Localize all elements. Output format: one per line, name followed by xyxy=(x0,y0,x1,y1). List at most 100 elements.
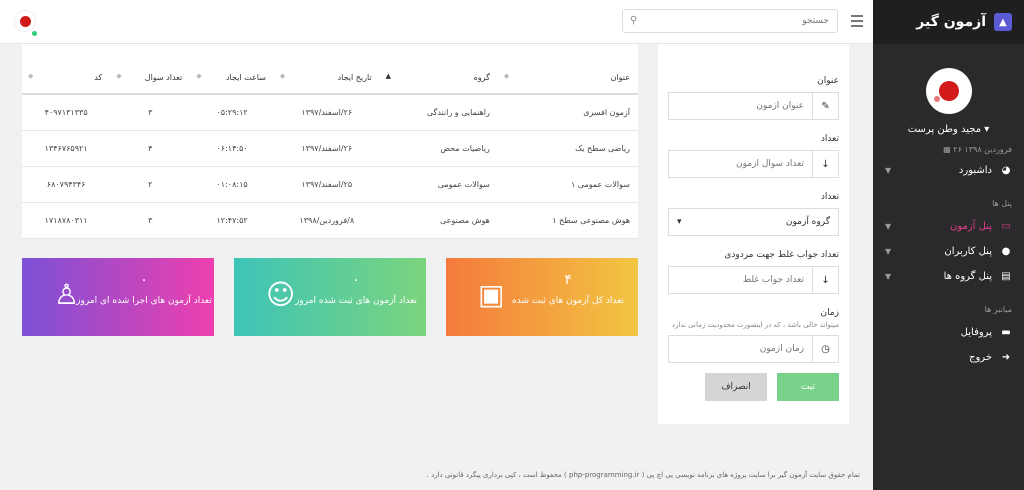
sidebar-item-users-panel[interactable]: ● پنل کاربران ▼ xyxy=(873,239,1024,264)
column-header-date[interactable]: تاریخ ایجاد ◆ xyxy=(273,62,380,95)
chevron-down-icon: ▼ xyxy=(885,222,892,231)
wrong-field-group: ↓ xyxy=(668,266,839,294)
cell-time: ۰۶:۱۴:۵۰ xyxy=(190,130,274,167)
avatar xyxy=(925,68,972,114)
stat-tile-total-exams: ۴ تعداد کل آزمون های ثبت شده ▣ xyxy=(446,258,638,336)
stat-value: ۴ xyxy=(564,272,572,288)
group-select[interactable]: گروه آزمون ▾ xyxy=(668,208,839,236)
cell-code: ۴۰۹۷۱۳۱۳۳۵ xyxy=(22,94,111,131)
clock-icon: ◷ xyxy=(812,336,838,362)
topbar-avatar[interactable] xyxy=(14,10,36,32)
sort-icon: ◆ xyxy=(503,72,510,80)
stat-label: تعداد آزمون های ثبت شده امروز xyxy=(295,296,417,306)
sign-out-icon: ➜ xyxy=(1001,352,1011,363)
sort-icon: ◆ xyxy=(28,72,34,80)
caret-down-icon: ▾ xyxy=(677,217,682,227)
user-icon: ● xyxy=(1001,246,1011,257)
profile-block: مجید وطن پرست ▾ xyxy=(873,44,1024,135)
stat-value: ۰ xyxy=(352,272,360,288)
search-icon[interactable]: ⚲ xyxy=(630,15,637,26)
cell-code: ۱۳۴۶۷۶۵۹۲۱ xyxy=(22,130,111,167)
cell-title: هوش مصنوعی سطح ۱ xyxy=(497,202,638,239)
sidebar-item-profile[interactable]: ▬ پروفایل xyxy=(873,320,1024,345)
stat-label: تعداد آزمون های اجرا شده ای امروز xyxy=(76,296,212,306)
footer-copyright: تمام حقوق سایت آزمون گیر برا سایت پروژه … xyxy=(426,471,860,479)
table-icon: ▤ xyxy=(1001,271,1011,282)
cell-date: ۲۵/اسفند/۱۳۹۷ xyxy=(273,166,380,203)
cell-code: ۶۸۰۷۹۴۳۴۶ xyxy=(22,166,111,203)
section-panels: پنل ها xyxy=(992,199,1012,208)
newspaper-icon: ▣ xyxy=(478,278,505,311)
title-input[interactable] xyxy=(669,93,812,119)
submit-button[interactable]: ثبت xyxy=(777,373,839,401)
username-dropdown[interactable]: مجید وطن پرست ▾ xyxy=(873,124,1024,135)
column-header-group[interactable]: گروه ▲ xyxy=(379,62,498,95)
table-row[interactable]: هوش مصنوعی سطح ۱ هوش مصنوعی ۸/فروردین/۱۳… xyxy=(22,202,638,239)
time-input[interactable] xyxy=(669,336,812,362)
stat-tile-today-exams: ۰ تعداد آزمون های ثبت شده امروز ☺ xyxy=(234,258,426,336)
sidebar: آزمون گیر ▲ مجید وطن پرست ▾ ▦ ۲۶ فروردین… xyxy=(873,0,1024,490)
stat-value: ۰ xyxy=(140,272,148,288)
cell-date: ۲۶/اسفند/۱۳۹۷ xyxy=(273,94,380,131)
current-date: ▦ ۲۶ فروردین ۱۳۹۸ xyxy=(943,145,1012,154)
cell-time: ۰۵:۲۹:۱۲ xyxy=(190,94,274,131)
form-actions: ثبت انصراف xyxy=(668,373,839,401)
brand-logo-icon: ▲ xyxy=(994,13,1012,31)
title-label: عنوان xyxy=(817,76,839,86)
sort-icon: ◆ xyxy=(116,72,122,80)
cell-group: سوالات عمومی xyxy=(379,166,498,203)
stat-tile-executed-today: ۰ تعداد آزمون های اجرا شده ای امروز ♙ xyxy=(22,258,214,336)
wrong-answers-input[interactable] xyxy=(669,267,812,293)
add-exam-form: عنوان ✎ تعداد ↓ تعداد گروه آزمون ▾ تعداد… xyxy=(658,44,849,424)
edit-icon: ✎ xyxy=(812,93,838,119)
table-row[interactable]: آزمون افسری راهنمایی و رانندگی ۲۶/اسفند/… xyxy=(22,94,638,131)
table-row[interactable]: ریاضی سطح یک ریاضیات محض ۲۶/اسفند/۱۳۹۷ ۰… xyxy=(22,130,638,167)
sort-numeric-icon: ↓ xyxy=(812,267,838,293)
search-input[interactable] xyxy=(623,10,837,32)
table-row[interactable]: سوالات عمومی ۱ سوالات عمومی ۲۵/اسفند/۱۳۹… xyxy=(22,166,638,203)
cell-date: ۸/فروردین/۱۳۹۸ xyxy=(273,202,380,239)
cell-title: آزمون افسری xyxy=(497,94,638,131)
sidebar-item-dashboard[interactable]: ◕ داشبورد ▼ xyxy=(873,158,1024,183)
cancel-button[interactable]: انصراف xyxy=(705,373,767,401)
brand-name: آزمون گیر xyxy=(916,14,986,30)
chevron-down-icon: ▼ xyxy=(885,166,892,175)
dashboard-icon: ◕ xyxy=(1001,165,1011,176)
brand[interactable]: آزمون گیر ▲ xyxy=(873,0,1024,44)
search-box: ⚲ xyxy=(622,9,838,33)
cell-group: راهنمایی و رانندگی xyxy=(379,94,498,131)
sidebar-item-groups-panel[interactable]: ▤ پنل گروه ها ▼ xyxy=(873,264,1024,289)
count-field-group: ↓ xyxy=(668,150,839,178)
question-count-input[interactable] xyxy=(669,151,812,177)
cell-count: ۴ xyxy=(110,130,191,167)
chevron-down-icon: ▼ xyxy=(885,272,892,281)
id-card-icon: ▭ xyxy=(1001,221,1011,232)
sort-icon: ◆ xyxy=(196,72,202,80)
column-header-code[interactable]: کد ◆ xyxy=(22,62,111,95)
time-field-group: ◷ xyxy=(668,335,839,363)
cell-time: ۰۱:۰۸:۱۵ xyxy=(190,166,274,203)
cell-group: هوش مصنوعی xyxy=(379,202,498,239)
column-header-title[interactable]: عنوان ◆ xyxy=(497,62,638,95)
group-label: تعداد xyxy=(820,192,839,202)
sidebar-item-exam-panel[interactable]: ▭ پنل آزمون ▼ xyxy=(873,214,1024,239)
time-label: زمان xyxy=(820,308,839,318)
title-field-group: ✎ xyxy=(668,92,839,120)
sort-numeric-icon: ↓ xyxy=(812,151,838,177)
cell-title: سوالات عمومی ۱ xyxy=(497,166,638,203)
cell-code: ۱۷۱۸۷۸۰۳۱۱ xyxy=(22,202,111,239)
credit-card-icon: ▬ xyxy=(1001,327,1011,338)
wrong-answers-label: تعداد جواب غلط جهت مردودی xyxy=(724,250,839,260)
sort-asc-icon: ▲ xyxy=(385,72,392,80)
count-label: تعداد xyxy=(820,134,839,144)
column-header-count[interactable]: تعداد سوال ◆ xyxy=(110,62,191,95)
cell-count: ۲ xyxy=(110,166,191,203)
sidebar-item-logout[interactable]: ➜ خروج xyxy=(873,345,1024,370)
cell-count: ۳ xyxy=(110,202,191,239)
sort-icon: ◆ xyxy=(279,72,286,80)
online-status-badge xyxy=(32,31,37,36)
cell-time: ۱۲:۴۷:۵۲ xyxy=(190,202,274,239)
column-header-time[interactable]: ساعت ایجاد ◆ xyxy=(190,62,274,95)
menu-toggle-icon[interactable] xyxy=(851,15,863,30)
stat-label: تعداد کل آزمون های ثبت شده xyxy=(512,296,624,306)
